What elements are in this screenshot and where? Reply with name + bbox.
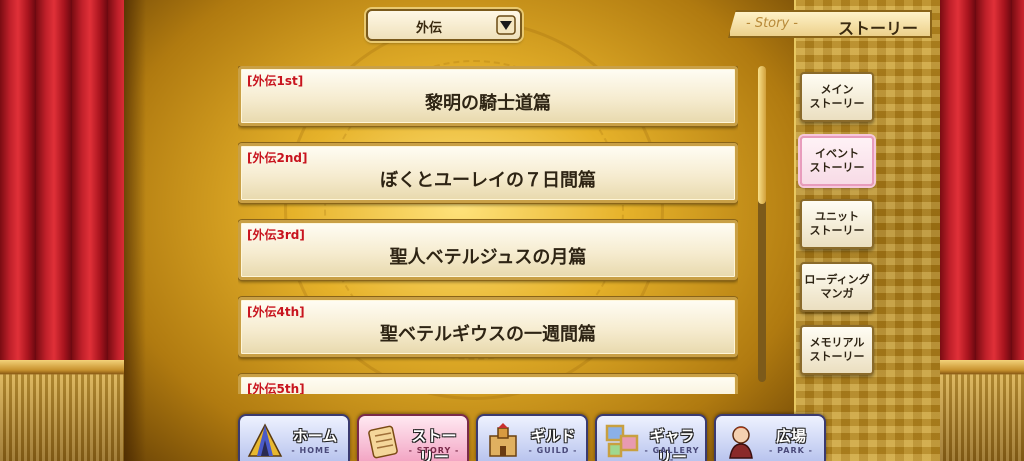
nav-label: ギルド (530, 427, 576, 445)
tab-label: メイン ストーリー (809, 83, 865, 110)
bottom-navigation: ホーム - HOME - ストーリー - STORY - ギルド - GUILD… (238, 414, 828, 461)
section-title: ストーリー (837, 19, 918, 38)
story-tag: [外伝3rd] (247, 228, 305, 242)
story-tag: [外伝2nd] (247, 151, 308, 165)
tab-main-story[interactable]: メイン ストーリー (800, 72, 874, 122)
story-item[interactable]: [外伝5th] (238, 374, 738, 394)
tab-label: イベント ストーリー (809, 147, 865, 174)
tab-event-story[interactable]: イベント ストーリー (800, 136, 874, 186)
right-curtain (940, 0, 1024, 461)
story-item[interactable]: [外伝2nd] ぼくとユーレイの７日間篇 (238, 143, 738, 203)
tab-label: メモリアル ストーリー (809, 336, 865, 363)
story-title: 聖ベテルギウスの一週間篇 (380, 324, 596, 345)
story-tag: [外伝1st] (247, 74, 304, 88)
nav-sublabel: - GUILD - (528, 446, 578, 455)
nav-sublabel: - HOME - (291, 446, 339, 455)
curtain-fringe (940, 360, 1024, 461)
tab-label: ユニット ストーリー (809, 210, 865, 237)
dropdown-arrow-icon (496, 15, 516, 35)
nav-sublabel: - STORY - (408, 446, 460, 455)
character-icon (729, 426, 753, 459)
frames-icon (605, 424, 639, 458)
story-list[interactable]: [外伝1st] 黎明の騎士道篇 [外伝2nd] ぼくとユーレイの７日間篇 [外伝… (238, 66, 738, 394)
section-subtitle: - Story - (746, 16, 798, 31)
story-tag: [外伝5th] (247, 382, 305, 394)
nav-story-button[interactable]: ストーリー - STORY - (357, 414, 469, 461)
tab-unit-story[interactable]: ユニット ストーリー (800, 199, 874, 249)
castle-icon (489, 423, 517, 457)
nav-label: ストーリー (411, 427, 457, 461)
nav-sublabel: - GALLERY - (644, 446, 700, 461)
tab-loading-manga[interactable]: ローディング マンガ (800, 262, 874, 312)
story-title: 聖人ベテルジュスの月篇 (389, 247, 587, 268)
story-title: ぼくとユーレイの７日間篇 (380, 170, 596, 191)
story-scrollbar[interactable] (758, 66, 766, 382)
nav-label: ホーム (292, 427, 338, 445)
scroll-icon (368, 425, 398, 459)
story-item[interactable]: [外伝4th] 聖ベテルギウスの一週間篇 (238, 297, 738, 357)
stage-shade (124, 0, 146, 461)
story-tag: [外伝4th] (247, 305, 305, 319)
story-title: 黎明の騎士道篇 (425, 93, 551, 114)
story-item[interactable]: [外伝3rd] 聖人ベテルジュスの月篇 (238, 220, 738, 280)
tent-icon (247, 423, 283, 457)
section-header: - Story - ストーリー (728, 10, 932, 38)
nav-gallery-button[interactable]: ギャラリー - GALLERY - (595, 414, 707, 461)
tab-memorial-story[interactable]: メモリアル ストーリー (800, 325, 874, 375)
nav-sublabel: - PARK - (769, 446, 813, 455)
story-item[interactable]: [外伝1st] 黎明の騎士道篇 (238, 66, 738, 126)
category-dropdown[interactable]: 外伝 (366, 9, 522, 41)
left-curtain (0, 0, 124, 461)
nav-park-button[interactable]: 広場 - PARK - (714, 414, 826, 461)
curtain-fringe (0, 360, 124, 461)
dropdown-selected-label: 外伝 (415, 21, 442, 36)
nav-home-button[interactable]: ホーム - HOME - (238, 414, 350, 461)
nav-guild-button[interactable]: ギルド - GUILD - (476, 414, 588, 461)
tab-label: ローディング マンガ (804, 273, 870, 300)
scrollbar-thumb[interactable] (758, 66, 766, 204)
nav-label: 広場 (775, 427, 806, 445)
